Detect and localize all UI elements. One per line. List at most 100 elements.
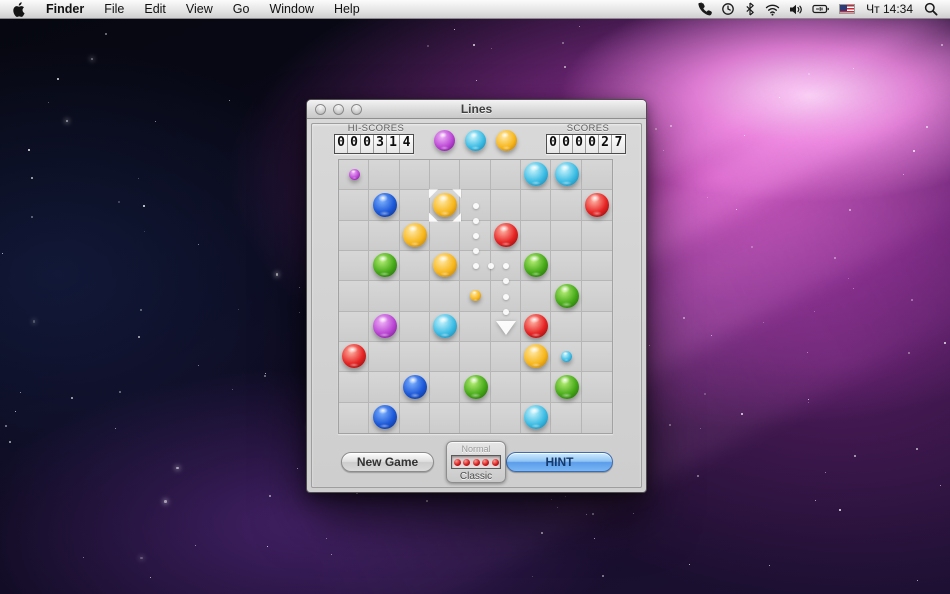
ball-cyan-small[interactable] bbox=[561, 350, 572, 362]
ball-red[interactable] bbox=[524, 313, 549, 338]
path-dot bbox=[472, 217, 479, 224]
ball-green[interactable] bbox=[372, 253, 397, 278]
star bbox=[118, 201, 121, 204]
ball-purple-small[interactable] bbox=[348, 168, 360, 180]
star bbox=[454, 28, 456, 30]
star bbox=[943, 341, 946, 344]
next-balls-preview bbox=[434, 130, 517, 151]
bluetooth-icon[interactable] bbox=[744, 2, 756, 16]
ball-blue[interactable] bbox=[372, 404, 397, 429]
menu-item-help[interactable]: Help bbox=[324, 0, 370, 19]
new-game-button[interactable]: New Game bbox=[341, 452, 434, 472]
star bbox=[90, 57, 94, 61]
menu-item-edit[interactable]: Edit bbox=[134, 0, 176, 19]
star bbox=[633, 512, 635, 514]
ball-yellow-small[interactable] bbox=[470, 290, 481, 301]
menu-item-go[interactable]: Go bbox=[223, 0, 260, 19]
star bbox=[688, 564, 690, 566]
star bbox=[176, 466, 179, 470]
digit: 3 bbox=[374, 135, 387, 153]
menu-item-view[interactable]: View bbox=[176, 0, 223, 19]
mode-option-classic[interactable]: Classic bbox=[460, 471, 492, 482]
ball-red[interactable] bbox=[493, 222, 518, 247]
star bbox=[275, 273, 279, 276]
mode-slider-ball bbox=[472, 458, 480, 466]
star bbox=[137, 178, 139, 180]
ball-yellow[interactable] bbox=[402, 222, 427, 247]
menu-clock[interactable]: Чт 14:34 bbox=[864, 2, 915, 16]
ball-yellow[interactable] bbox=[433, 253, 458, 278]
ball-red[interactable] bbox=[584, 192, 609, 217]
star bbox=[563, 66, 566, 69]
star bbox=[115, 427, 117, 429]
ball-blue[interactable] bbox=[372, 192, 397, 217]
scores-label: SCORES bbox=[566, 123, 610, 134]
star bbox=[198, 365, 200, 367]
lines-game-window: Lines HI-SCORES 000314 SCORES 000027 New… bbox=[306, 99, 647, 493]
selection-corner-icon bbox=[452, 189, 462, 199]
menu-bar: Finder File Edit View Go Window Help Чт 14:34 bbox=[0, 0, 950, 19]
ball-cyan[interactable] bbox=[433, 313, 458, 338]
star bbox=[150, 577, 152, 579]
ball-yellow[interactable] bbox=[524, 344, 549, 369]
ball-green[interactable] bbox=[554, 283, 579, 308]
star bbox=[267, 545, 269, 547]
ball-green[interactable] bbox=[554, 374, 579, 399]
path-dot bbox=[472, 263, 479, 270]
star bbox=[139, 309, 142, 312]
next-ball-cyan bbox=[465, 130, 486, 151]
battery-icon[interactable] bbox=[812, 3, 830, 15]
star bbox=[143, 230, 145, 232]
phone-icon[interactable] bbox=[698, 2, 712, 16]
path-dot bbox=[502, 308, 509, 315]
menu-item-window[interactable]: Window bbox=[259, 0, 323, 19]
apple-menu-icon[interactable] bbox=[0, 1, 36, 17]
zoom-button[interactable] bbox=[351, 103, 362, 115]
ball-cyan[interactable] bbox=[554, 162, 579, 187]
star bbox=[655, 127, 658, 130]
path-dot bbox=[472, 202, 479, 209]
ball-cyan[interactable] bbox=[524, 404, 549, 429]
menu-item-file[interactable]: File bbox=[94, 0, 134, 19]
ball-purple[interactable] bbox=[372, 313, 397, 338]
ball-green[interactable] bbox=[463, 374, 488, 399]
ball-green[interactable] bbox=[524, 253, 549, 278]
mode-slider-ball bbox=[463, 458, 470, 466]
ball-red[interactable] bbox=[342, 344, 367, 369]
path-dot bbox=[502, 278, 509, 285]
spotlight-search-icon[interactable] bbox=[924, 2, 938, 16]
star bbox=[118, 390, 121, 393]
game-board bbox=[338, 159, 613, 434]
mode-option-normal[interactable]: Normal bbox=[461, 444, 490, 454]
path-dot bbox=[487, 263, 494, 270]
star bbox=[852, 67, 854, 69]
time-machine-icon[interactable] bbox=[721, 2, 735, 16]
star bbox=[105, 32, 108, 35]
path-dot bbox=[502, 293, 509, 300]
ball-blue[interactable] bbox=[402, 374, 427, 399]
digit: 1 bbox=[387, 135, 400, 153]
window-titlebar[interactable]: Lines bbox=[307, 100, 646, 119]
star bbox=[83, 557, 85, 559]
star bbox=[669, 125, 672, 128]
menu-item-finder[interactable]: Finder bbox=[36, 0, 94, 19]
mode-slider-knob[interactable] bbox=[451, 455, 501, 469]
digit: 0 bbox=[348, 135, 361, 153]
star bbox=[15, 410, 17, 412]
hint-button[interactable]: HINT bbox=[506, 452, 613, 472]
minimize-button[interactable] bbox=[333, 103, 344, 115]
digit: 0 bbox=[573, 135, 586, 153]
next-ball-yellow bbox=[496, 130, 517, 151]
star bbox=[696, 475, 699, 478]
keyboard-layout-flag-icon[interactable] bbox=[839, 4, 856, 14]
star bbox=[561, 41, 564, 44]
star bbox=[762, 321, 764, 323]
game-mode-switcher[interactable]: Normal Classic bbox=[446, 441, 506, 483]
star bbox=[703, 392, 706, 395]
ball-cyan[interactable] bbox=[524, 162, 549, 187]
star bbox=[556, 506, 558, 508]
star bbox=[331, 553, 333, 555]
volume-icon[interactable] bbox=[789, 3, 803, 16]
close-button[interactable] bbox=[315, 103, 326, 115]
wifi-icon[interactable] bbox=[765, 3, 780, 16]
